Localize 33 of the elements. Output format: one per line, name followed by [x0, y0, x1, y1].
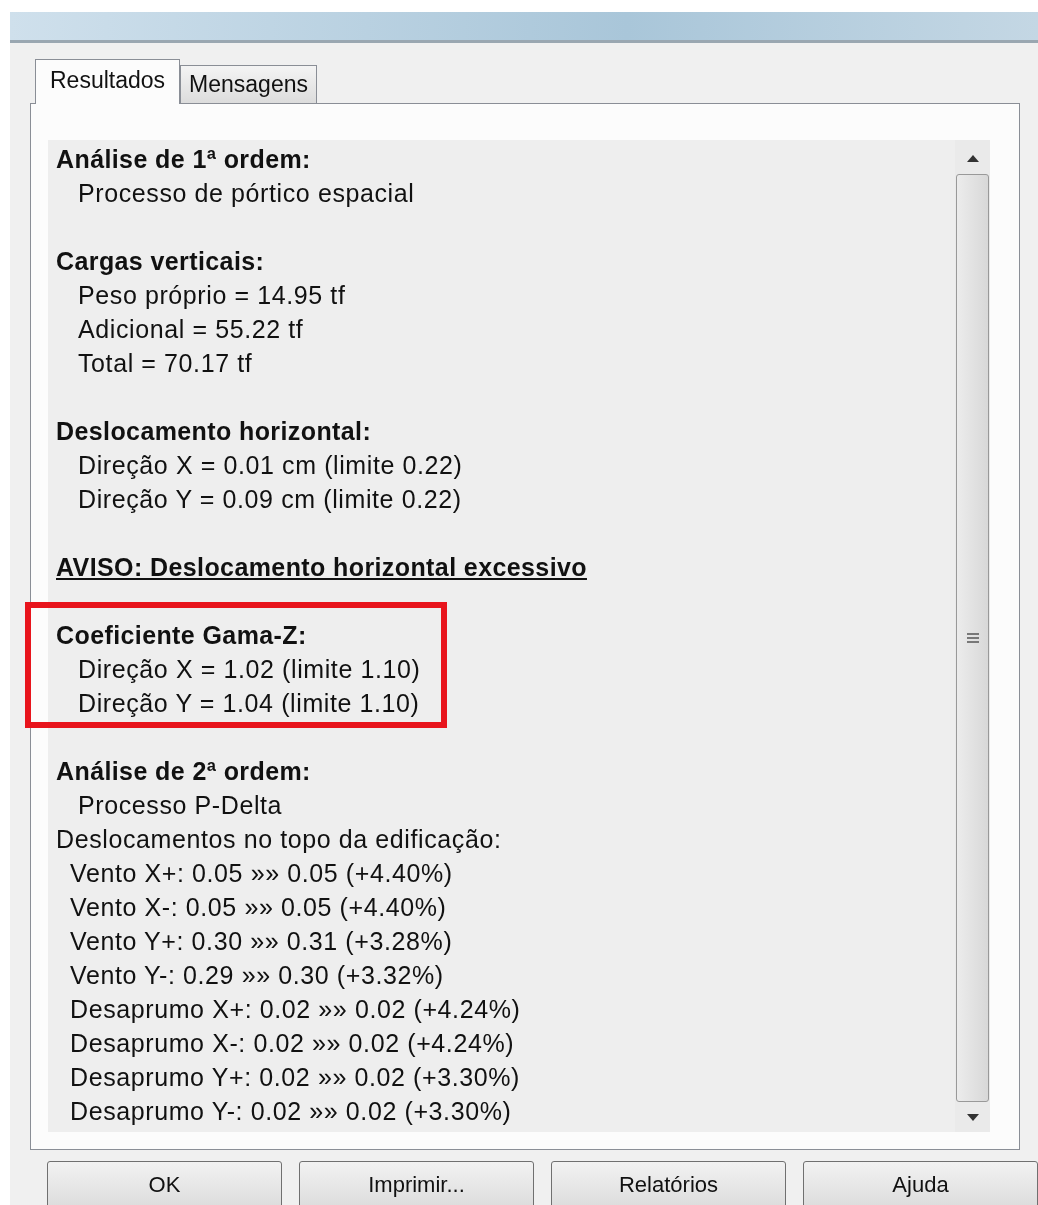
result-line: Direção Y = 1.04 (limite 1.10)	[77, 688, 421, 719]
result-line: Processo de pórtico espacial	[77, 178, 415, 209]
result-line: Desaprumo X+: 0.02 »» 0.02 (+4.24%)	[69, 994, 521, 1025]
tab[interactable]: Mensagens	[180, 65, 317, 103]
result-line: Desaprumo Y-: 0.02 »» 0.02 (+3.30%)	[69, 1096, 513, 1127]
dialog-button[interactable]: Imprimir...	[299, 1161, 534, 1205]
scroll-up-icon[interactable]	[966, 154, 979, 162]
result-line: Desaprumo Y+: 0.02 »» 0.02 (+3.30%)	[69, 1062, 521, 1093]
scroll-down-icon[interactable]	[966, 1114, 979, 1122]
result-line: Direção X = 0.01 cm (limite 0.22)	[77, 450, 463, 481]
section-heading: Coeficiente Gama-Z:	[56, 620, 308, 651]
section-heading: Cargas verticais:	[56, 246, 266, 277]
result-line: Vento X-: 0.05 »» 0.05 (+4.40%)	[69, 892, 448, 923]
result-line: Direção X = 1.02 (limite 1.10)	[77, 654, 421, 685]
result-line: Vento Y+: 0.30 »» 0.31 (+3.28%)	[69, 926, 454, 957]
dialog-button[interactable]: OK	[47, 1161, 282, 1205]
result-line: Direção Y = 0.09 cm (limite 0.22)	[77, 484, 463, 515]
tab[interactable]: Resultados	[35, 59, 181, 104]
result-line: Total = 70.17 tf	[77, 348, 254, 379]
result-line: Processo P-Delta	[77, 790, 284, 821]
dialog-button[interactable]: Ajuda	[803, 1161, 1038, 1205]
section-heading: Análise de 2ª ordem:	[56, 756, 312, 787]
dialog-button[interactable]: Relatórios	[551, 1161, 786, 1205]
result-line: Peso próprio = 14.95 tf	[77, 280, 346, 311]
grip-icon	[966, 633, 979, 643]
result-line: Vento Y-: 0.29 »» 0.30 (+3.32%)	[69, 960, 445, 991]
warning-text: AVISO: Deslocamento horizontal excessivo	[56, 552, 587, 583]
result-line: Vento X+: 0.05 »» 0.05 (+4.40%)	[69, 858, 454, 889]
result-line: Adicional = 55.22 tf	[77, 314, 305, 345]
section-heading: Deslocamento horizontal:	[56, 416, 373, 447]
result-line: Desaprumo X-: 0.02 »» 0.02 (+4.24%)	[69, 1028, 516, 1059]
section-heading: Análise de 1ª ordem:	[56, 144, 312, 175]
result-line: Deslocamentos no topo da edificação:	[56, 824, 503, 855]
